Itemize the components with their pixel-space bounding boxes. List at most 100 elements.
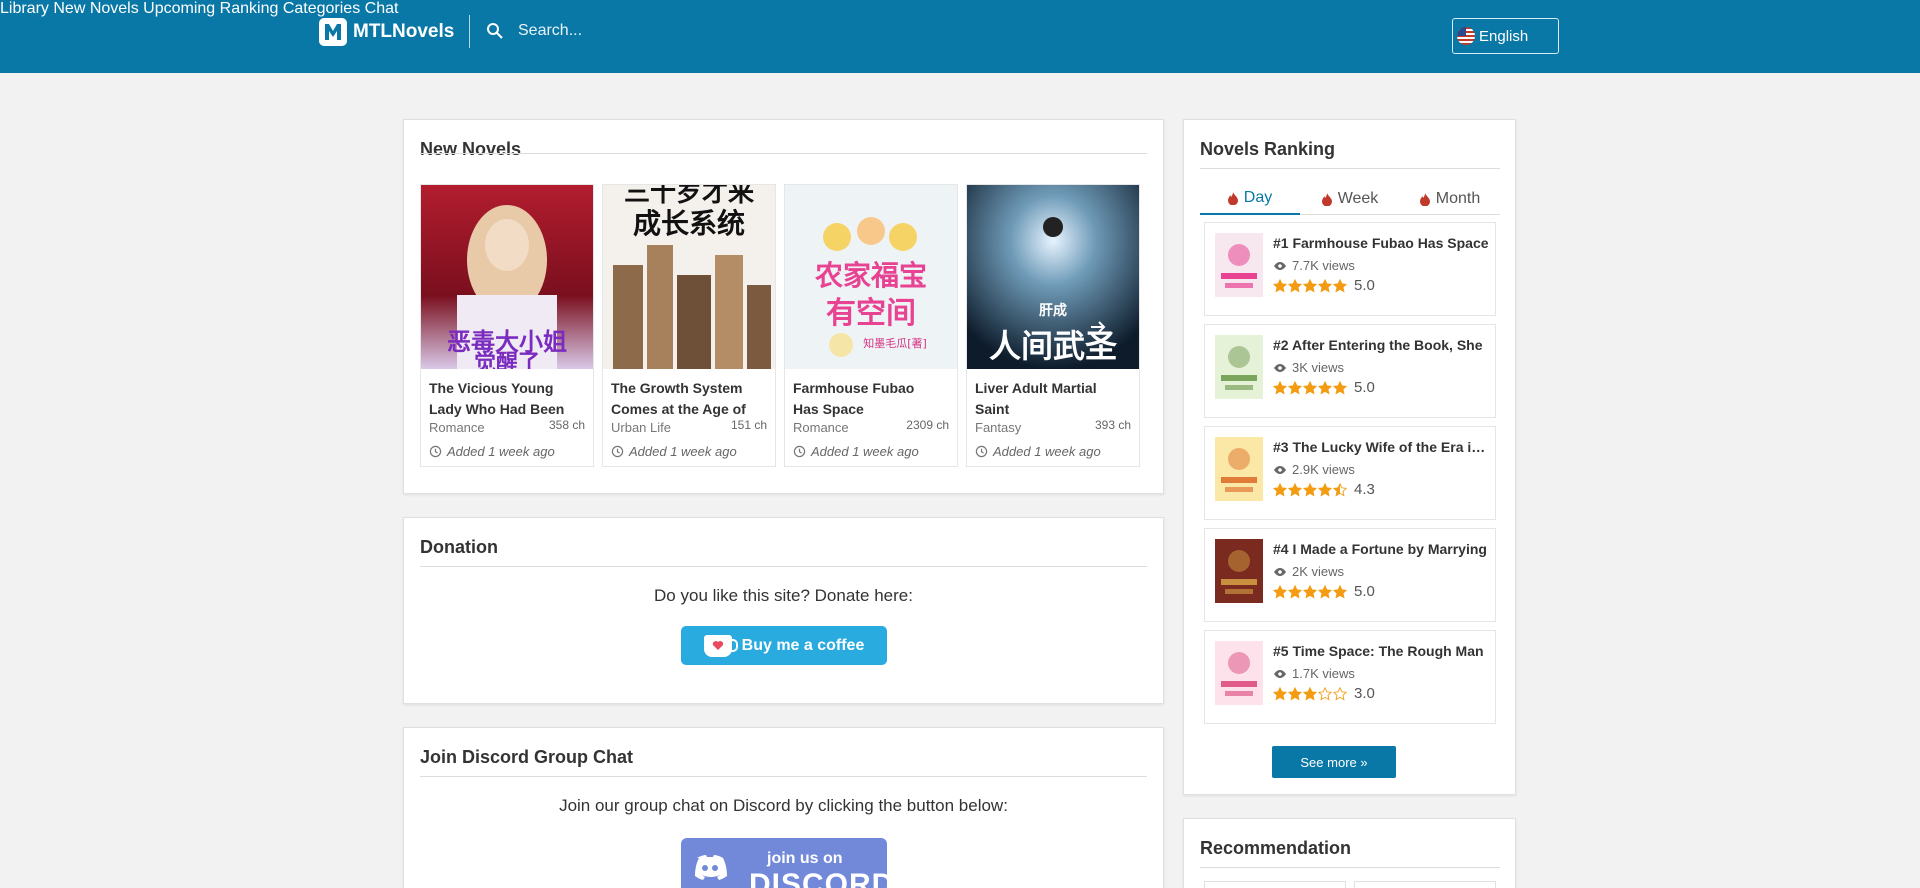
nav-new-novels[interactable]: New Novels [53,0,138,17]
coffee-cup-icon [703,634,738,657]
star-icon [1318,686,1332,700]
see-more-button[interactable]: See more » [1272,746,1396,778]
mtl-logo-icon [319,18,347,46]
eye-icon [1274,567,1286,576]
star-icon [1303,278,1317,292]
new-novels-title: New Novels [420,139,522,159]
novel-added-text: Added 1 week ago [447,444,555,459]
recommendation-card[interactable] [1204,881,1346,888]
tab-day-label: Day [1243,189,1273,206]
arrow-right-icon[interactable] [1085,314,1111,340]
ranking-item[interactable]: #4 I Made a Fortune by Marrying 2K views 5… [1204,528,1496,622]
ranking-item-title: #5 Time Space: The Rough Man [1273,643,1484,659]
donation-title: Donation [420,537,498,557]
tab-month[interactable]: Month [1400,183,1500,215]
star-icon [1303,380,1317,394]
donation-text: Do you like this site? Donate here: [654,586,913,605]
novel-card[interactable]: 肝成 人间武圣 Liver Adult Martial Saint Fantas… [966,184,1140,467]
svg-text:肝成: 肝成 [1039,302,1067,319]
buy-me-a-coffee-button[interactable]: Buy me a coffee [681,626,887,665]
ranking-item-views: 2.9K views [1273,462,1355,477]
novel-chapters: 393 ch [1094,418,1131,432]
eye-icon [1274,261,1286,270]
nav-upcoming[interactable]: Upcoming [143,0,215,17]
star-icon [1303,584,1317,598]
ranking-tabs: Day Week Month [1200,180,1500,215]
discord-button-top: join us on [767,850,843,867]
ranking-item-views-text: 3K views [1292,360,1345,375]
header-divider [469,15,470,48]
discord-title: Join Discord Group Chat [420,747,634,767]
svg-text:成长系统: 成长系统 [633,207,745,240]
star-icon [1273,686,1287,700]
novel-cover: 恶毒大小姐 觉醒了 [421,185,593,369]
novel-card[interactable]: 恶毒大小姐 觉醒了 The Vicious Young Lady Who Had… [420,184,594,467]
ranking-item-score: 5.0 [1354,379,1375,396]
donation-panel: Donation Do you like this site? Donate h… [403,517,1164,704]
ranking-item[interactable]: #1 Farmhouse Fubao Has Space 7.7K views 5.… [1204,222,1496,316]
novel-chapters: 151 ch [730,418,767,432]
ranking-item-views: 1.7K views [1273,666,1355,681]
us-flag-icon [1457,27,1475,45]
star-icon [1273,380,1287,394]
flame-icon [1321,192,1332,206]
tab-day[interactable]: Day [1200,183,1300,215]
tab-week-label: Week [1337,190,1379,207]
star-icon [1288,380,1302,394]
ranking-item-score: 3.0 [1354,685,1375,702]
ranking-item[interactable]: #2 After Entering the Book, She 3K views 5… [1204,324,1496,418]
join-discord-button[interactable]: join us on DISCORD [681,838,887,888]
novel-genre: Romance [793,420,849,435]
history-icon [611,445,624,458]
eye-icon [1274,363,1286,372]
novel-chapters: 358 ch [548,418,585,432]
ranking-item-views-text: 2K views [1292,564,1345,579]
ranking-item[interactable]: #5 Time Space: The Rough Man 1.7K views 3.… [1204,630,1496,724]
nav-library[interactable]: Library [0,0,49,17]
recommendation-card[interactable] [1354,881,1496,888]
novel-genre: Fantasy [975,420,1022,435]
flame-icon [1227,191,1238,205]
novel-added: Added 1 week ago [611,444,737,459]
tab-month-label: Month [1435,190,1481,207]
nav-categories[interactable]: Categories [283,0,360,17]
novel-title: Farmhouse Fubao Has Space [793,380,915,417]
ranking-item-title: #4 I Made a Fortune by Marrying [1273,541,1487,557]
nav-ranking[interactable]: Ranking [220,0,279,17]
ranking-item-rating: 5.0 [1273,583,1375,600]
star-icon [1333,584,1347,598]
ranking-item-rating: 5.0 [1273,379,1375,396]
top-navbar: MTLNovels Library New Novels Upcoming Ra… [0,0,1920,73]
new-novels-panel: New Novels 恶毒大小姐 觉醒了 The Vicious Young L… [403,119,1164,494]
novel-cover: 农家福宝 有空间 知墨毛瓜[著] [785,185,957,369]
search-box[interactable] [486,22,698,40]
history-icon [975,445,988,458]
ranking-item-score: 4.3 [1354,481,1375,498]
ranking-item-rating: 4.3 [1273,481,1375,498]
ranking-item-title: #3 The Lucky Wife of the Era in the [1273,439,1489,455]
language-label: English [1479,27,1529,45]
ranking-thumbnail [1215,437,1263,501]
ranking-item-score: 5.0 [1354,277,1375,294]
discord-icon [695,855,727,880]
star-icon [1303,686,1317,700]
divider [1200,867,1500,868]
novel-title: Liver Adult Martial Saint [975,380,1097,417]
tab-week[interactable]: Week [1300,183,1400,215]
language-selector[interactable]: English [1452,18,1559,54]
search-input[interactable] [518,22,698,40]
novel-title: The Vicious Young Lady Who Had Been [429,380,565,417]
nav-chat[interactable]: Chat [365,0,399,17]
ranking-item[interactable]: #3 The Lucky Wife of the Era in the 2.9K … [1204,426,1496,520]
novel-genre: Romance [429,420,485,435]
novel-card[interactable]: 三十岁才来 成长系统 The Growth System Comes at th… [602,184,776,467]
novel-cover: 三十岁才来 成长系统 [603,185,775,369]
brand-link[interactable]: MTLNovels [319,18,454,46]
novel-added: Added 1 week ago [793,444,919,459]
novel-card[interactable]: 农家福宝 有空间 知墨毛瓜[著] Farmhouse Fubao Has Spa… [784,184,958,467]
ranking-thumbnail [1215,641,1263,705]
star-icon [1333,278,1347,292]
novel-genre: Urban Life [611,420,671,435]
discord-button-bottom: DISCORD [749,868,887,888]
ranking-item-rating: 5.0 [1273,277,1375,294]
